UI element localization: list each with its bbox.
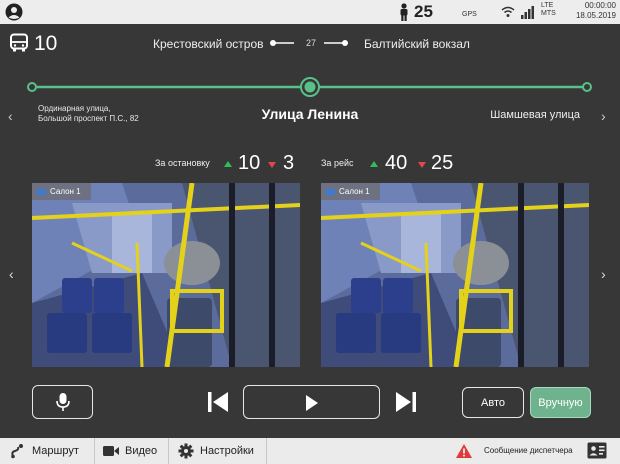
network-type: LTE xyxy=(541,2,554,9)
bus-icon xyxy=(10,33,28,52)
previous-stop: Ординарная улица, Большой проспект П.С.,… xyxy=(38,104,139,124)
clock: 00:00:00 18.05.2019 xyxy=(566,1,616,21)
current-stop: Улица Ленина xyxy=(261,106,359,122)
video-camera-icon xyxy=(103,446,119,456)
next-stop: Шамшевая улица xyxy=(490,109,580,121)
microphone-button[interactable] xyxy=(32,385,93,419)
tab-video-label: Видео xyxy=(125,445,158,457)
auto-mode-button[interactable]: Авто xyxy=(462,387,524,418)
auto-mode-label: Авто xyxy=(481,396,505,409)
trip-boarding-count: 40 xyxy=(385,152,408,174)
stop-boarding-count: 10 xyxy=(238,152,261,174)
gps-label: GPS xyxy=(462,11,477,18)
skip-previous-icon[interactable] xyxy=(206,391,230,413)
camera-label: Салон 1 xyxy=(32,183,91,200)
tab-video[interactable]: Видео xyxy=(103,438,157,464)
alighting-arrow-icon xyxy=(268,162,276,168)
stop-counter-label: За остановку xyxy=(155,158,210,168)
camera-feed-2[interactable]: Салон 1 xyxy=(321,183,589,367)
camera-feed-1[interactable]: Салон 1 xyxy=(32,183,300,367)
user-icon[interactable] xyxy=(5,3,23,21)
manual-mode-button[interactable]: Вручную xyxy=(530,387,591,418)
tab-route[interactable]: Маршрут xyxy=(10,438,79,464)
manual-mode-label: Вручную xyxy=(538,396,583,409)
wifi-icon xyxy=(501,6,515,17)
route-stops-count: 27 xyxy=(305,38,316,48)
next-stop-button[interactable]: › xyxy=(601,108,606,124)
trip-alighting-count: 25 xyxy=(431,152,454,174)
tab-settings[interactable]: Настройки xyxy=(178,438,254,464)
passenger-count: 25 xyxy=(414,2,433,21)
person-icon xyxy=(400,3,408,21)
network-info: LTE MTS xyxy=(541,2,556,18)
alighting-arrow-icon xyxy=(418,162,426,168)
camera-next-button[interactable]: › xyxy=(601,266,606,282)
trip-counter-label: За рейс xyxy=(321,158,354,168)
status-bar: 25 GPS LTE MTS 00:00:00 18.05.2019 xyxy=(0,0,620,24)
camera-prev-button[interactable]: ‹ xyxy=(9,266,14,282)
previous-stop-button[interactable]: ‹ xyxy=(8,108,13,124)
camera-icon xyxy=(326,188,335,195)
date: 18.05.2019 xyxy=(575,11,616,20)
carrier-name: MTS xyxy=(541,10,556,17)
route-origin: Крестовский остров xyxy=(153,37,264,51)
camera-label-text: Салон 1 xyxy=(339,187,370,196)
play-button[interactable] xyxy=(243,385,380,419)
tab-settings-label: Настройки xyxy=(200,445,254,457)
previous-stop-line2: Большой проспект П.С., 82 xyxy=(38,114,139,123)
microphone-icon xyxy=(56,393,70,411)
stop-alighting-count: 3 xyxy=(283,152,295,174)
tab-route-label: Маршрут xyxy=(32,445,79,457)
dispatcher-message[interactable]: Сообщение диспетчера xyxy=(484,446,573,455)
message-icon[interactable] xyxy=(587,442,607,459)
warning-icon xyxy=(456,444,472,458)
time: 00:00:00 xyxy=(584,1,616,10)
boarding-arrow-icon xyxy=(224,161,232,167)
route-destination: Балтийский вокзал xyxy=(364,37,470,51)
skip-next-icon[interactable] xyxy=(394,391,418,413)
boarding-arrow-icon xyxy=(370,161,378,167)
previous-stop-line1: Ординарная улица, xyxy=(38,104,111,113)
play-icon xyxy=(306,395,318,411)
camera-label-text: Салон 1 xyxy=(50,187,81,196)
camera-label: Салон 1 xyxy=(321,183,380,200)
camera-icon xyxy=(37,188,46,195)
route-icon xyxy=(11,444,23,459)
tab-divider xyxy=(168,438,169,464)
tab-divider xyxy=(94,438,95,464)
tab-divider xyxy=(266,438,267,464)
route-progress-track xyxy=(27,77,592,97)
camera-image xyxy=(32,183,300,367)
route-number: 10 xyxy=(34,32,58,55)
signal-icon xyxy=(521,6,534,19)
camera-image xyxy=(321,183,589,367)
gear-icon xyxy=(178,443,194,459)
